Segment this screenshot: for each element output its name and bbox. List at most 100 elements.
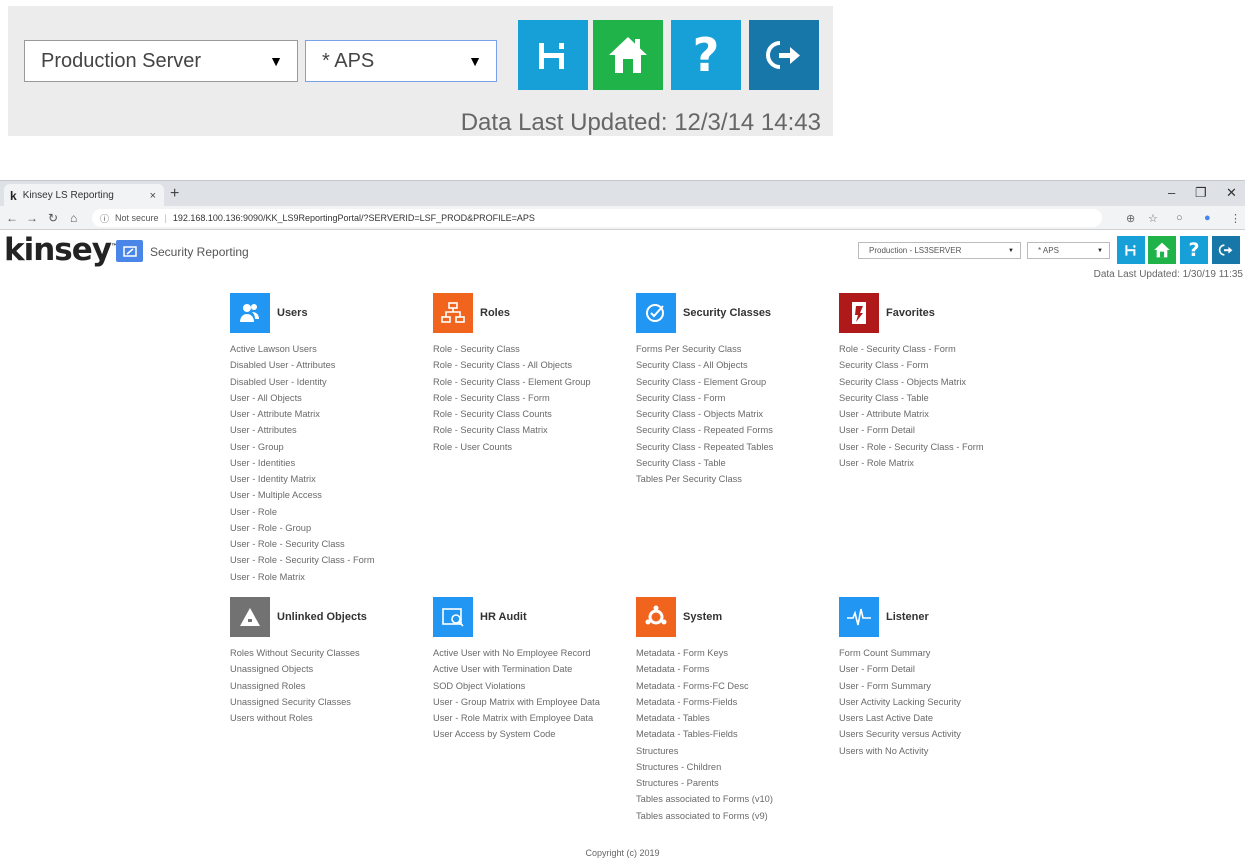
report-link[interactable]: Security Class - Repeated Tables	[636, 439, 836, 455]
report-link[interactable]: User - Role	[230, 504, 430, 520]
report-link[interactable]: Users without Roles	[230, 710, 430, 726]
report-link[interactable]: User - Role - Security Class - Form	[230, 552, 430, 568]
report-link[interactable]: Role - Security Class Counts	[433, 406, 633, 422]
reports-button[interactable]	[518, 20, 588, 90]
report-link[interactable]: User - Form Detail	[839, 422, 1039, 438]
report-link[interactable]: User - Group	[230, 439, 430, 455]
report-link[interactable]: Metadata - Tables-Fields	[636, 726, 836, 742]
maximize-icon[interactable]: ❐	[1195, 185, 1207, 201]
home-button[interactable]	[1148, 236, 1176, 264]
report-link[interactable]: Security Class - Objects Matrix	[839, 374, 1039, 390]
forward-icon[interactable]: →	[26, 211, 38, 225]
profile-icon[interactable]: ●	[1204, 212, 1211, 224]
extension-icon[interactable]: ○	[1176, 212, 1183, 224]
profile-select[interactable]: * APS ▼	[1027, 242, 1110, 259]
report-link[interactable]: Structures - Children	[636, 759, 836, 775]
minimize-icon[interactable]: –	[1168, 185, 1175, 200]
report-link[interactable]: User - Form Summary	[839, 678, 1039, 694]
logout-button[interactable]	[1212, 236, 1240, 264]
report-link[interactable]: User - Multiple Access	[230, 487, 430, 503]
report-link[interactable]: Users with No Activity	[839, 743, 1039, 759]
server-select[interactable]: Production Server ▼	[24, 40, 298, 82]
report-link[interactable]: Active User with No Employee Record	[433, 645, 633, 661]
report-link[interactable]: Unassigned Roles	[230, 678, 430, 694]
browser-address-bar: ← → ↻ ⌂ ⓘ Not secure | 192.168.100.136:9…	[0, 206, 1245, 230]
report-link[interactable]: Role - Security Class Matrix	[433, 422, 633, 438]
report-link[interactable]: Structures	[636, 743, 836, 759]
report-link[interactable]: Active User with Termination Date	[433, 661, 633, 677]
report-link[interactable]: Security Class - Form	[636, 390, 836, 406]
url-text: 192.168.100.136:9090/KK_LS9ReportingPort…	[172, 213, 535, 223]
report-link[interactable]: User - Attribute Matrix	[230, 406, 430, 422]
report-link[interactable]: User - Attributes	[230, 422, 430, 438]
url-field[interactable]: ⓘ Not secure | 192.168.100.136:9090/KK_L…	[92, 209, 1102, 227]
new-tab-button[interactable]: +	[170, 185, 179, 203]
report-link[interactable]: Unassigned Security Classes	[230, 694, 430, 710]
report-link[interactable]: Metadata - Forms-Fields	[636, 694, 836, 710]
report-link[interactable]: Role - Security Class - All Objects	[433, 357, 633, 373]
report-link[interactable]: Tables Per Security Class	[636, 471, 836, 487]
report-link[interactable]: Security Class - Form	[839, 357, 1039, 373]
report-link[interactable]: Security Class - Table	[839, 390, 1039, 406]
zoom-icon[interactable]: ⊕	[1126, 212, 1135, 225]
help-button[interactable]: ?	[1180, 236, 1208, 264]
report-link[interactable]: SOD Object Violations	[433, 678, 633, 694]
report-link[interactable]: Security Class - Objects Matrix	[636, 406, 836, 422]
report-link[interactable]: Role - User Counts	[433, 439, 633, 455]
report-link[interactable]: User - Identity Matrix	[230, 471, 430, 487]
report-link[interactable]: Metadata - Forms	[636, 661, 836, 677]
report-link[interactable]: User - Role Matrix	[839, 455, 1039, 471]
report-link[interactable]: User - Form Detail	[839, 661, 1039, 677]
report-link[interactable]: Tables associated to Forms (v10)	[636, 791, 836, 807]
report-link[interactable]: Role - Security Class - Form	[839, 341, 1039, 357]
report-link[interactable]: User - All Objects	[230, 390, 430, 406]
report-link[interactable]: Structures - Parents	[636, 775, 836, 791]
report-link[interactable]: Metadata - Tables	[636, 710, 836, 726]
report-link[interactable]: Role - Security Class - Form	[433, 390, 633, 406]
report-link[interactable]: Disabled User - Attributes	[230, 357, 430, 373]
report-link[interactable]: Security Class - Element Group	[636, 374, 836, 390]
report-link[interactable]: Disabled User - Identity	[230, 374, 430, 390]
home-button[interactable]	[593, 20, 663, 90]
close-tab-icon[interactable]: ×	[150, 190, 156, 202]
report-link[interactable]: Security Class - Repeated Forms	[636, 422, 836, 438]
report-link[interactable]: Unassigned Objects	[230, 661, 430, 677]
report-link[interactable]: Users Security versus Activity	[839, 726, 1039, 742]
report-link[interactable]: Role - Security Class - Element Group	[433, 374, 633, 390]
reload-icon[interactable]: ↻	[48, 211, 58, 225]
reports-button[interactable]	[1117, 236, 1145, 264]
report-link[interactable]: Metadata - Form Keys	[636, 645, 836, 661]
report-link[interactable]: Metadata - Forms-FC Desc	[636, 678, 836, 694]
help-button[interactable]: ?	[671, 20, 741, 90]
server-select[interactable]: Production - LS3SERVER ▼	[858, 242, 1021, 259]
back-icon[interactable]: ←	[6, 211, 18, 225]
report-link[interactable]: Role - Security Class	[433, 341, 633, 357]
report-link[interactable]: User - Role - Group	[230, 520, 430, 536]
report-link[interactable]: User - Role - Security Class	[230, 536, 430, 552]
report-link[interactable]: User - Role Matrix with Employee Data	[433, 710, 633, 726]
report-link[interactable]: Forms Per Security Class	[636, 341, 836, 357]
bookmark-star-icon[interactable]: ☆	[1148, 212, 1158, 225]
close-window-icon[interactable]: ✕	[1226, 185, 1237, 201]
report-link[interactable]: User - Role Matrix	[230, 569, 430, 585]
report-link[interactable]: User - Role - Security Class - Form	[839, 439, 1039, 455]
browser-tab[interactable]: k Kinsey LS Reporting ×	[4, 184, 164, 207]
report-link[interactable]: User - Group Matrix with Employee Data	[433, 694, 633, 710]
profile-select[interactable]: * APS ▼	[305, 40, 497, 82]
report-link[interactable]: Form Count Summary	[839, 645, 1039, 661]
logout-button[interactable]	[749, 20, 819, 90]
report-link[interactable]: Users Last Active Date	[839, 710, 1039, 726]
report-link[interactable]: Active Lawson Users	[230, 341, 430, 357]
report-link[interactable]: User - Attribute Matrix	[839, 406, 1039, 422]
report-link[interactable]: User - Identities	[230, 455, 430, 471]
home-page-icon[interactable]: ⌂	[70, 211, 77, 225]
report-link[interactable]: Security Class - Table	[636, 455, 836, 471]
report-link[interactable]: Security Class - All Objects	[636, 357, 836, 373]
bench-icon	[539, 43, 564, 69]
report-link[interactable]: User Access by System Code	[433, 726, 633, 742]
audit-search-icon	[433, 597, 473, 637]
report-link[interactable]: Roles Without Security Classes	[230, 645, 430, 661]
menu-icon[interactable]: ⋮	[1230, 212, 1241, 225]
report-link[interactable]: User Activity Lacking Security	[839, 694, 1039, 710]
report-link[interactable]: Tables associated to Forms (v9)	[636, 808, 836, 824]
